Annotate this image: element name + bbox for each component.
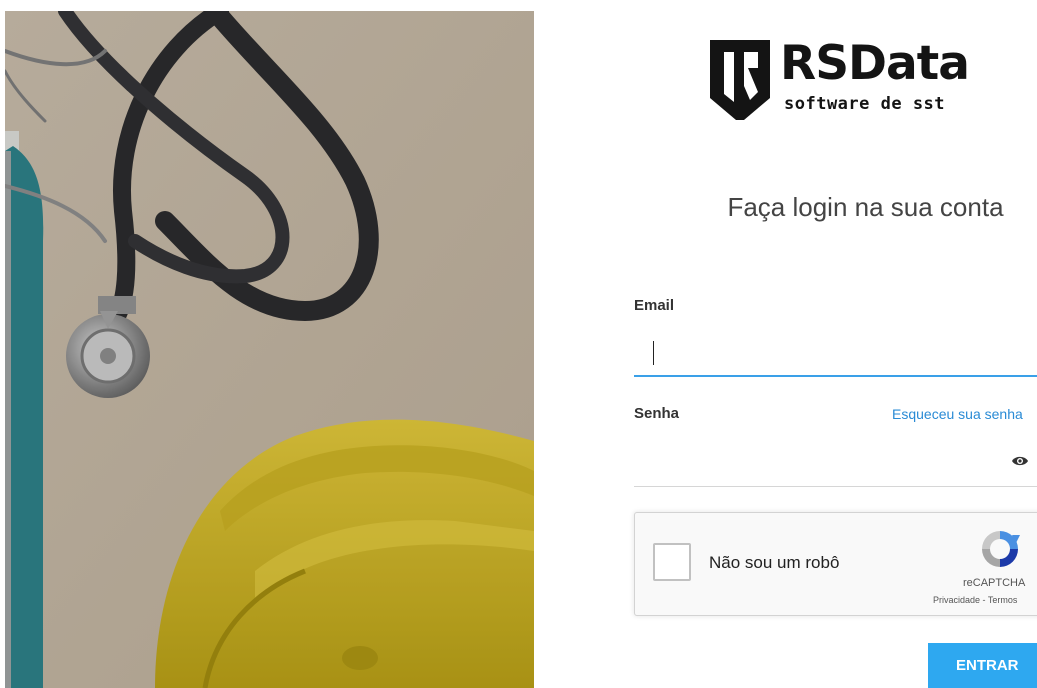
rsdata-logo-icon [710,40,770,120]
brand-tagline: software de sst [784,94,946,114]
page-title: Faça login na sua conta [727,192,1004,222]
password-field[interactable] [634,443,1037,487]
forgot-password-link[interactable]: Esqueceu sua senha [892,406,1023,422]
brand-logo: RSData software de sst [706,38,976,124]
text-caret [653,341,654,365]
hero-illustration [5,11,534,688]
recaptcha-checkbox[interactable] [653,543,691,581]
recaptcha-brand: reCAPTCHA [963,577,1026,589]
submit-button[interactable]: ENTRAR [928,643,1037,688]
recaptcha-logo-icon [982,531,1020,567]
password-label: Senha [634,405,680,422]
recaptcha-label: Não sou um robô [709,553,840,572]
login-page: RSData software de sst Faça login na sua… [0,0,1037,688]
email-field[interactable] [634,335,1037,377]
hero-image [5,11,534,688]
recaptcha-widget: Não sou um robô reCAPTCHA Privacidade - … [634,512,1037,616]
email-label: Email [634,297,675,314]
recaptcha-terms-link[interactable]: Privacidade - Termos [933,595,1017,605]
brand-name: RSData [780,36,970,91]
eye-icon[interactable] [1011,454,1029,468]
